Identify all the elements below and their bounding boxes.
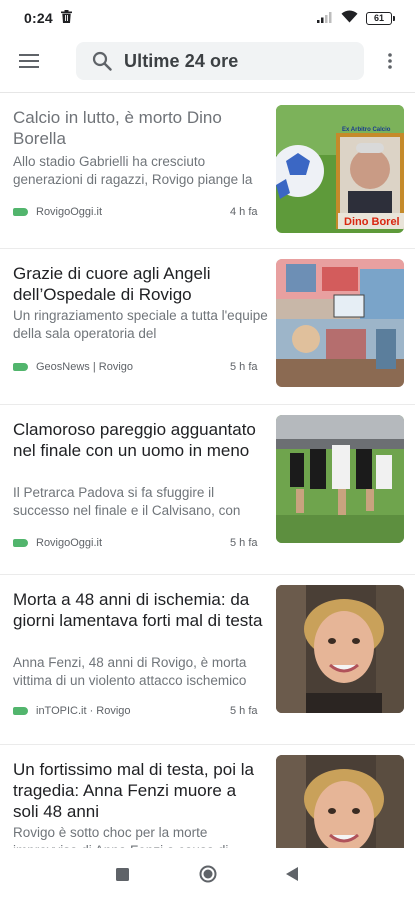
square-icon bbox=[115, 867, 129, 881]
source-tag-icon bbox=[13, 539, 28, 547]
article-title[interactable]: Morta a 48 anni di ischemia: da giorni l… bbox=[13, 589, 263, 631]
search-query: Ultime 24 ore bbox=[124, 50, 239, 71]
source-tag-icon bbox=[13, 363, 28, 371]
article-title[interactable]: Un fortissimo mal di testa, poi la trage… bbox=[13, 759, 263, 822]
article-thumbnail[interactable] bbox=[276, 259, 404, 387]
article-card[interactable]: Morta a 48 anni di ischemia: da giorni l… bbox=[0, 575, 415, 745]
article-thumbnail[interactable]: Ex Arbitro Calcio Dino Borel bbox=[276, 105, 404, 233]
thumb-caption: Dino Borel bbox=[344, 216, 400, 228]
system-navigation-bar bbox=[0, 848, 415, 900]
recents-button[interactable] bbox=[102, 854, 142, 894]
more-options-button[interactable] bbox=[365, 36, 415, 86]
article-thumbnail[interactable] bbox=[276, 415, 404, 543]
article-snippet: Il Petrarca Padova si fa sfuggire il suc… bbox=[13, 485, 241, 518]
article-thumbnail[interactable] bbox=[276, 755, 404, 848]
article-title[interactable]: Calcio in lutto, è morto Dino Borella bbox=[13, 107, 263, 149]
battery-level: 61 bbox=[366, 11, 392, 25]
article-card[interactable]: Un fortissimo mal di testa, poi la trage… bbox=[0, 745, 415, 848]
search-bar[interactable]: Ultime 24 ore bbox=[76, 42, 364, 80]
source-name: RovigoOggi.it bbox=[36, 537, 103, 549]
source-name: inTOPIC.it · Rovigo bbox=[36, 705, 131, 717]
article-snippet: Anna Fenzi, 48 anni di Rovigo, è morta v… bbox=[13, 655, 247, 688]
article-source[interactable]: RovigoOggi.it bbox=[13, 206, 102, 218]
article-card[interactable]: Grazie di cuore agli Angeli dell’Ospedal… bbox=[0, 249, 415, 405]
home-button[interactable] bbox=[188, 854, 228, 894]
article-age: 5 h fa bbox=[230, 361, 258, 373]
thumb-top-text: Ex Arbitro Calcio bbox=[342, 127, 391, 133]
triangle-back-icon bbox=[285, 867, 298, 881]
menu-button[interactable] bbox=[0, 36, 58, 86]
article-source[interactable]: inTOPIC.it · Rovigo bbox=[13, 705, 131, 717]
circle-icon bbox=[199, 865, 217, 883]
article-thumbnail[interactable] bbox=[276, 585, 404, 713]
hamburger-menu-icon bbox=[19, 54, 39, 68]
search-icon bbox=[92, 51, 112, 71]
article-source[interactable]: RovigoOggi.it bbox=[13, 537, 102, 549]
article-snippet: Allo stadio Gabrielli ha cresciuto gener… bbox=[13, 154, 253, 187]
battery-icon: 61 bbox=[366, 11, 395, 25]
status-bar: 0:24 61 bbox=[0, 0, 415, 36]
article-title[interactable]: Clamoroso pareggio agguantato nel finale… bbox=[13, 419, 263, 461]
article-card[interactable]: Calcio in lutto, è morto Dino Borella Al… bbox=[0, 93, 415, 249]
article-title[interactable]: Grazie di cuore agli Angeli dell’Ospedal… bbox=[13, 263, 263, 305]
back-button[interactable] bbox=[272, 854, 312, 894]
more-vert-icon bbox=[388, 53, 392, 69]
source-tag-icon bbox=[13, 208, 28, 216]
article-card[interactable]: Clamoroso pareggio agguantato nel finale… bbox=[0, 405, 415, 575]
source-name: GeosNews | Rovigo bbox=[36, 361, 134, 373]
top-app-bar: Ultime 24 ore bbox=[0, 36, 415, 86]
article-age: 5 h fa bbox=[230, 705, 258, 717]
article-age: 4 h fa bbox=[230, 206, 258, 218]
source-tag-icon bbox=[13, 707, 28, 715]
news-feed[interactable]: Calcio in lutto, è morto Dino Borella Al… bbox=[0, 92, 415, 848]
status-time: 0:24 bbox=[24, 10, 53, 26]
source-name: RovigoOggi.it bbox=[36, 206, 103, 218]
article-snippet: Rovigo è sotto choc per la morte improvv… bbox=[13, 825, 228, 848]
cellular-signal-icon bbox=[317, 10, 333, 26]
wifi-icon bbox=[341, 10, 358, 26]
trash-icon bbox=[60, 10, 72, 26]
article-age: 5 h fa bbox=[230, 537, 258, 549]
article-source[interactable]: GeosNews | Rovigo bbox=[13, 361, 133, 373]
article-snippet: Un ringraziamento speciale a tutta l'equ… bbox=[13, 308, 268, 341]
